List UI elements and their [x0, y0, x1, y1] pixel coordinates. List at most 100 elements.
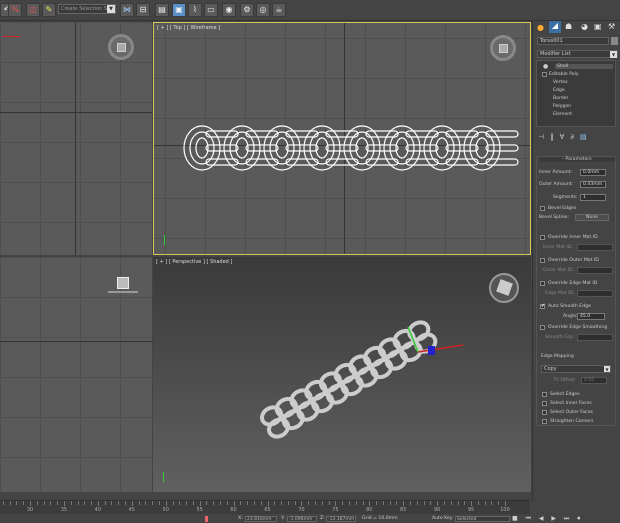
- z-coordinate-field[interactable]: -13.187mm: [326, 516, 356, 522]
- override-outer-label: Override Outer Mat ID: [548, 258, 599, 263]
- timeline-tick: [382, 501, 384, 505]
- object-name-field[interactable]: Torus001: [537, 37, 609, 45]
- selection-set-value: Create Selection S: [61, 6, 108, 12]
- playback-controls[interactable]: ■ ⏮ ◀ ▶ ⏭ ⏺: [512, 515, 583, 523]
- select-edges-checkbox[interactable]: [542, 392, 547, 397]
- show-end-result-icon[interactable]: ‖: [550, 133, 560, 141]
- bevel-spline-button[interactable]: None: [575, 214, 609, 221]
- timeline-tick-label: 40: [94, 507, 102, 513]
- pin-stack-icon[interactable]: ⊣: [538, 133, 550, 141]
- mirror-icon[interactable]: ⋈: [120, 3, 134, 17]
- grid-size-label: Grid = 10.0mm: [362, 516, 398, 521]
- viewcube-icon[interactable]: [108, 277, 138, 297]
- timeline-tick: [192, 501, 194, 505]
- edge-mapping-label: Edge Mapping: [541, 354, 574, 359]
- schematic-view-icon[interactable]: ▭: [204, 3, 218, 17]
- stack-item-vertex[interactable]: Vertex: [553, 80, 568, 85]
- outer-mat-spinner[interactable]: [577, 267, 613, 274]
- timeline-tick-label: 55: [196, 507, 203, 513]
- render-icon[interactable]: ☕: [272, 3, 286, 17]
- align-icon[interactable]: ⊟: [136, 3, 150, 17]
- override-outer-checkbox[interactable]: [540, 258, 545, 263]
- tv-offset-spinner[interactable]: 0.05: [581, 377, 607, 384]
- timeline-tick: [260, 501, 262, 505]
- edge-mapping-dropdown[interactable]: Copy ▼: [541, 365, 611, 373]
- stack-item-edge[interactable]: Edge: [553, 88, 565, 93]
- viewport-top[interactable]: [ + ] [ Top ] [ Wireframe ]: [153, 22, 531, 255]
- timeline-tick: [308, 501, 310, 505]
- viewcube-icon[interactable]: [490, 35, 516, 61]
- inner-mat-spinner[interactable]: [577, 244, 613, 251]
- chain-shaded[interactable]: [238, 312, 468, 442]
- auto-smooth-checkbox[interactable]: ✔: [540, 304, 545, 309]
- override-smooth-checkbox[interactable]: [540, 325, 545, 330]
- stack-item-border[interactable]: Border: [553, 96, 568, 101]
- render-setup-icon[interactable]: ⚙: [240, 3, 254, 17]
- timeline-ruler[interactable]: 30 35 40 45 50 55 60 65 70 75 80 85 90 95 100: [0, 500, 530, 514]
- key-filter-dropdown[interactable]: Selected: [455, 516, 510, 522]
- make-unique-icon[interactable]: ∀: [560, 133, 571, 141]
- percent-snap-icon[interactable]: %: [8, 3, 22, 17]
- selection-set-dropdown[interactable]: Create Selection S ▼: [58, 4, 116, 14]
- z-axis-gizmo: [428, 346, 435, 355]
- override-edge-checkbox[interactable]: [540, 281, 545, 286]
- viewport-label[interactable]: [ + ] [ Top ] [ Wireframe ]: [157, 25, 220, 31]
- hierarchy-icon[interactable]: ☗: [565, 22, 572, 31]
- segments-spinner[interactable]: 1: [580, 194, 606, 201]
- parameters-rollout: - Parameters Inner Amount: 0.0mm Outer A…: [536, 156, 616, 426]
- straighten-checkbox[interactable]: [542, 419, 547, 424]
- override-inner-checkbox[interactable]: [540, 235, 545, 240]
- viewport-left[interactable]: [0, 257, 152, 492]
- curve-editor-icon[interactable]: ⌇: [188, 3, 202, 17]
- inner-amount-spinner[interactable]: 0.0mm: [580, 169, 606, 176]
- material-editor-icon[interactable]: ◉: [222, 3, 236, 17]
- y-coordinate-field[interactable]: -1.096mm: [287, 516, 317, 522]
- edge-mat-spinner[interactable]: [577, 290, 613, 297]
- outer-amount-spinner[interactable]: 0.43mm: [580, 181, 606, 188]
- layer-manager-icon[interactable]: ▤: [155, 3, 169, 17]
- motion-icon[interactable]: ◕: [581, 22, 588, 31]
- display-icon[interactable]: ▣: [594, 22, 602, 31]
- parameters-rollout-title[interactable]: - Parameters: [539, 157, 615, 162]
- modifier-stack[interactable]: ● Shell Editable Poly Vertex Edge Border…: [536, 60, 616, 127]
- graphite-ribbon-icon[interactable]: ▣: [172, 3, 186, 17]
- timeline-tick: [43, 501, 45, 505]
- expand-icon[interactable]: [542, 72, 547, 77]
- create-icon[interactable]: ●: [537, 23, 544, 32]
- chain-link: [205, 158, 239, 166]
- select-inner-checkbox[interactable]: [542, 401, 547, 406]
- smooth-grp-spinner[interactable]: [577, 334, 613, 341]
- stack-item-editable-poly[interactable]: Editable Poly: [549, 72, 579, 77]
- timeline-tick: [281, 501, 283, 505]
- chain-wireframe[interactable]: [182, 118, 522, 178]
- bevel-edges-checkbox[interactable]: [540, 206, 545, 211]
- configure-modifier-sets-icon[interactable]: ▤: [580, 133, 593, 141]
- select-edges-label: Select Edges: [550, 392, 580, 397]
- viewport-front[interactable]: [0, 22, 152, 255]
- modify-icon[interactable]: ◢: [549, 21, 561, 33]
- timeline-tick-label: 90: [433, 507, 441, 513]
- spinner-snap-icon[interactable]: ◫: [26, 3, 40, 17]
- edit-named-selection-icon[interactable]: ✎: [42, 3, 56, 17]
- y-axis-gizmo: [163, 472, 164, 482]
- angle-spinner[interactable]: 45.0: [577, 313, 605, 320]
- remove-modifier-icon[interactable]: ∂: [570, 133, 580, 141]
- x-coordinate-field[interactable]: 23.816mm: [245, 516, 277, 522]
- light-bulb-icon[interactable]: ●: [543, 63, 548, 70]
- modifier-list-dropdown[interactable]: Modifier List ▼: [537, 50, 618, 58]
- stack-item-polygon[interactable]: Polygon: [553, 104, 571, 109]
- render-frame-icon[interactable]: ◎: [256, 3, 270, 17]
- stack-item-element[interactable]: Element: [553, 112, 572, 117]
- viewcube-icon[interactable]: [489, 273, 519, 303]
- viewport-label[interactable]: [ + ] [ Perspective ] [ Shaded ]: [156, 259, 232, 265]
- utilities-icon[interactable]: ⚒: [608, 22, 615, 31]
- viewcube-icon[interactable]: [108, 34, 134, 60]
- viewport-perspective[interactable]: [ + ] [ Perspective ] [ Shaded ]: [153, 257, 531, 492]
- stack-item-shell[interactable]: Shell: [555, 64, 613, 69]
- lock-selection-icon[interactable]: [205, 516, 208, 522]
- timeline-tick: [186, 501, 188, 505]
- timeline-tick: [423, 501, 425, 505]
- select-outer-checkbox[interactable]: [542, 410, 547, 415]
- auto-key-button[interactable]: Auto Key: [432, 516, 452, 521]
- object-color-swatch[interactable]: [611, 37, 618, 45]
